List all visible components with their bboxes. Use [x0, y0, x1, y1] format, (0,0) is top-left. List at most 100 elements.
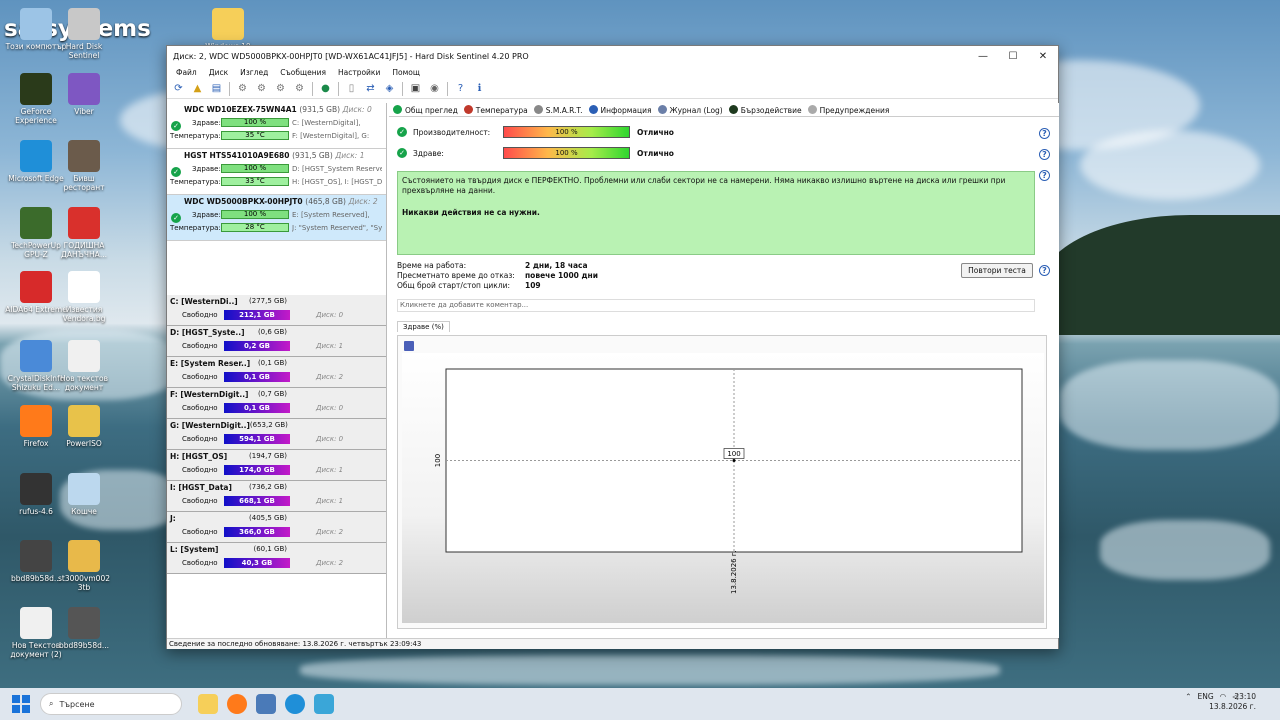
help-icon[interactable]: ? [1039, 128, 1050, 139]
menu-settings[interactable]: Настройки [332, 68, 386, 77]
desktop-icon[interactable]: Hard Disk Sentinel [52, 8, 116, 60]
help-icon[interactable]: ? [1039, 265, 1050, 276]
surface-test-icon[interactable]: ⚙ [253, 80, 270, 97]
search-placeholder: Търсене [59, 699, 95, 709]
app-icon [68, 207, 100, 239]
windows-start-icon[interactable] [12, 695, 30, 713]
volume-item[interactable]: H: [HGST_OS] (194,7 GB) Свободно 174,0 GB Ди… [167, 450, 386, 481]
free-label: Свободно [182, 342, 218, 350]
desktop-icon-label: Кошче [71, 507, 97, 516]
data-point [732, 459, 736, 462]
cycles-value: 109 [525, 281, 541, 290]
disk-icon[interactable]: ◉ [426, 80, 443, 97]
maximize-button[interactable]: ☐ [998, 46, 1028, 66]
volume-item[interactable]: F: [WesternDigit..] (0,7 GB) Свободно 0,1 G… [167, 388, 386, 419]
y-tick-label: 100 [434, 454, 442, 467]
smart-test-icon[interactable]: ⚙ [291, 80, 308, 97]
tab-4[interactable]: Информация [588, 104, 652, 115]
free-label: Свободно [182, 528, 218, 536]
disk-name-row: HGST HTS541010A9E680 (931,5 GB) Диск: 1 [170, 151, 383, 160]
taskbar-search[interactable]: ⌕ Търсене [40, 693, 182, 715]
report-icon[interactable]: ▤ [208, 80, 225, 97]
disk-number: Диск: 2 [348, 197, 378, 206]
help-icon[interactable]: ? [1039, 170, 1050, 181]
alert-icon[interactable]: ▲ [189, 80, 206, 97]
firefox-icon[interactable] [227, 694, 247, 714]
web-icon[interactable]: ● [317, 80, 334, 97]
disk-temp-row: Температура: 28 °C J: "System Reserved", "… [170, 221, 383, 234]
comment-input[interactable]: Кликнете да добавите коментар... [397, 299, 1035, 312]
disk-item[interactable]: WDC WD5000BPKX-00HPJT0 (465,8 GB) Диск: … [167, 195, 386, 241]
search-icon: ⌕ [49, 699, 54, 708]
desktop-icon[interactable]: Нов текстов документ [52, 340, 116, 392]
disk-item[interactable]: HGST HTS541010A9E680 (931,5 GB) Диск: 1 ✓… [167, 149, 386, 195]
tab-icon [807, 104, 817, 114]
refresh-icon[interactable]: ⟳ [170, 80, 187, 97]
health-rating: Отлично [637, 148, 674, 158]
tab-icon [657, 104, 667, 114]
desktop-icon[interactable]: st3000vm002 3tb [52, 540, 116, 592]
tab-label: S.M.A.R.T. [545, 105, 583, 115]
volume-item[interactable]: J: (405,5 GB) Свободно 366,0 GB Диск: 2 [167, 512, 386, 543]
sync-icon[interactable]: ⇄ [362, 80, 379, 97]
tab-6[interactable]: Бързодействие [728, 104, 802, 115]
minimize-button[interactable]: — [968, 46, 998, 66]
volume-item[interactable]: D: [HGST_Syste..] (0,6 GB) Свободно 0,2 GB Д… [167, 326, 386, 357]
app-icon [68, 540, 100, 572]
desktop-icon[interactable]: Бивш ресторант [52, 140, 116, 192]
tab-5[interactable]: Журнал (Log) [657, 104, 723, 115]
desktop-icon[interactable]: ГОДИШНА ДАНЪЧНА... [52, 207, 116, 259]
overview-panel: Общ преглед Температура S.M.A.R.T. Информац… [389, 103, 1059, 638]
cycles-label: Общ брой старт/стоп цикли: [397, 281, 511, 290]
volume-item[interactable]: C: [WesternDi..] (277,5 GB) Свободно 212,1 … [167, 295, 386, 326]
file-explorer-icon[interactable] [198, 694, 218, 714]
desktop-icon[interactable]: bbd89b58d... [52, 607, 116, 650]
calculator-icon[interactable] [256, 694, 276, 714]
desktop-icon-label: ГОДИШНА ДАНЪЧНА... [61, 241, 107, 259]
clock-time: 23:10 [1234, 692, 1256, 701]
free-label: Свободно [182, 311, 218, 319]
tab-1[interactable]: Общ преглед [393, 104, 458, 115]
document-icon[interactable]: ▯ [343, 80, 360, 97]
info-icon[interactable]: ℹ [471, 80, 488, 97]
menu-messages[interactable]: Съобщения [274, 68, 332, 77]
tab-bar: Общ преглед Температура S.M.A.R.T. Информац… [389, 103, 1059, 117]
close-button[interactable]: ✕ [1028, 46, 1058, 66]
taskbar-clock[interactable]: 23:10 13.8.2026 г. [1209, 692, 1256, 712]
title-bar[interactable]: Диск: 2, WDC WD5000BPKX-00HPJT0 [WD-WX61… [167, 46, 1058, 66]
menu-help[interactable]: Помощ [386, 68, 426, 77]
network-monitor-icon[interactable] [314, 694, 334, 714]
volume-item[interactable]: I: [HGST_Data] (736,2 GB) Свободно 668,1 GB… [167, 481, 386, 512]
desktop-icon[interactable]: Известия Vendora.bg [52, 271, 116, 323]
volume-name: H: [HGST_OS] [170, 452, 228, 461]
menu-disk[interactable]: Диск [203, 68, 234, 77]
desktop-icon[interactable]: PowerISO [52, 405, 116, 448]
volume-disk: Диск: 0 [316, 311, 344, 319]
disk-test-icon[interactable]: ⚙ [234, 80, 251, 97]
save-icon[interactable] [404, 341, 414, 351]
help-icon[interactable]: ? [1039, 149, 1050, 160]
tab-health-graph[interactable]: Здраве (%) [397, 321, 450, 332]
retest-button[interactable]: Повтори теста [961, 263, 1033, 278]
tab-2[interactable]: Температура [463, 104, 528, 115]
speed-test-icon[interactable]: ⚙ [272, 80, 289, 97]
chevron-up-icon[interactable]: ⌃ [1185, 692, 1191, 701]
disk-item[interactable]: WDC WD10EZEX-75WN4A1 (931,5 GB) Диск: 0 ✓… [167, 103, 386, 149]
volume-item[interactable]: L: [System] (60,1 GB) Свободно 40,3 GB Диск:… [167, 543, 386, 574]
desktop-icon-label: Нов текстов документ [59, 374, 109, 392]
menu-file[interactable]: Файл [170, 68, 203, 77]
edge-icon[interactable] [285, 694, 305, 714]
menu-view[interactable]: Изглед [234, 68, 274, 77]
help-icon[interactable]: ? [452, 80, 469, 97]
tab-7[interactable]: Предупреждения [807, 104, 889, 115]
uptime-row: Време на работа: 2 дни, 18 часа [397, 261, 588, 270]
window-title: Диск: 2, WDC WD5000BPKX-00HPJT0 [WD-WX61… [173, 51, 529, 61]
volume-size: (0,7 GB) [257, 390, 287, 398]
volume-item[interactable]: G: [WesternDigit..] (653,2 GB) Свободно 594… [167, 419, 386, 450]
desktop-icon[interactable]: Viber [52, 73, 116, 116]
desktop-icon[interactable]: Кошче [52, 473, 116, 516]
volume-item[interactable]: E: [System Reser..] (0,1 GB) Свободно 0,1 G… [167, 357, 386, 388]
tab-3[interactable]: S.M.A.R.T. [533, 104, 583, 115]
monitor-icon[interactable]: ▣ [407, 80, 424, 97]
network-icon[interactable]: ◈ [381, 80, 398, 97]
